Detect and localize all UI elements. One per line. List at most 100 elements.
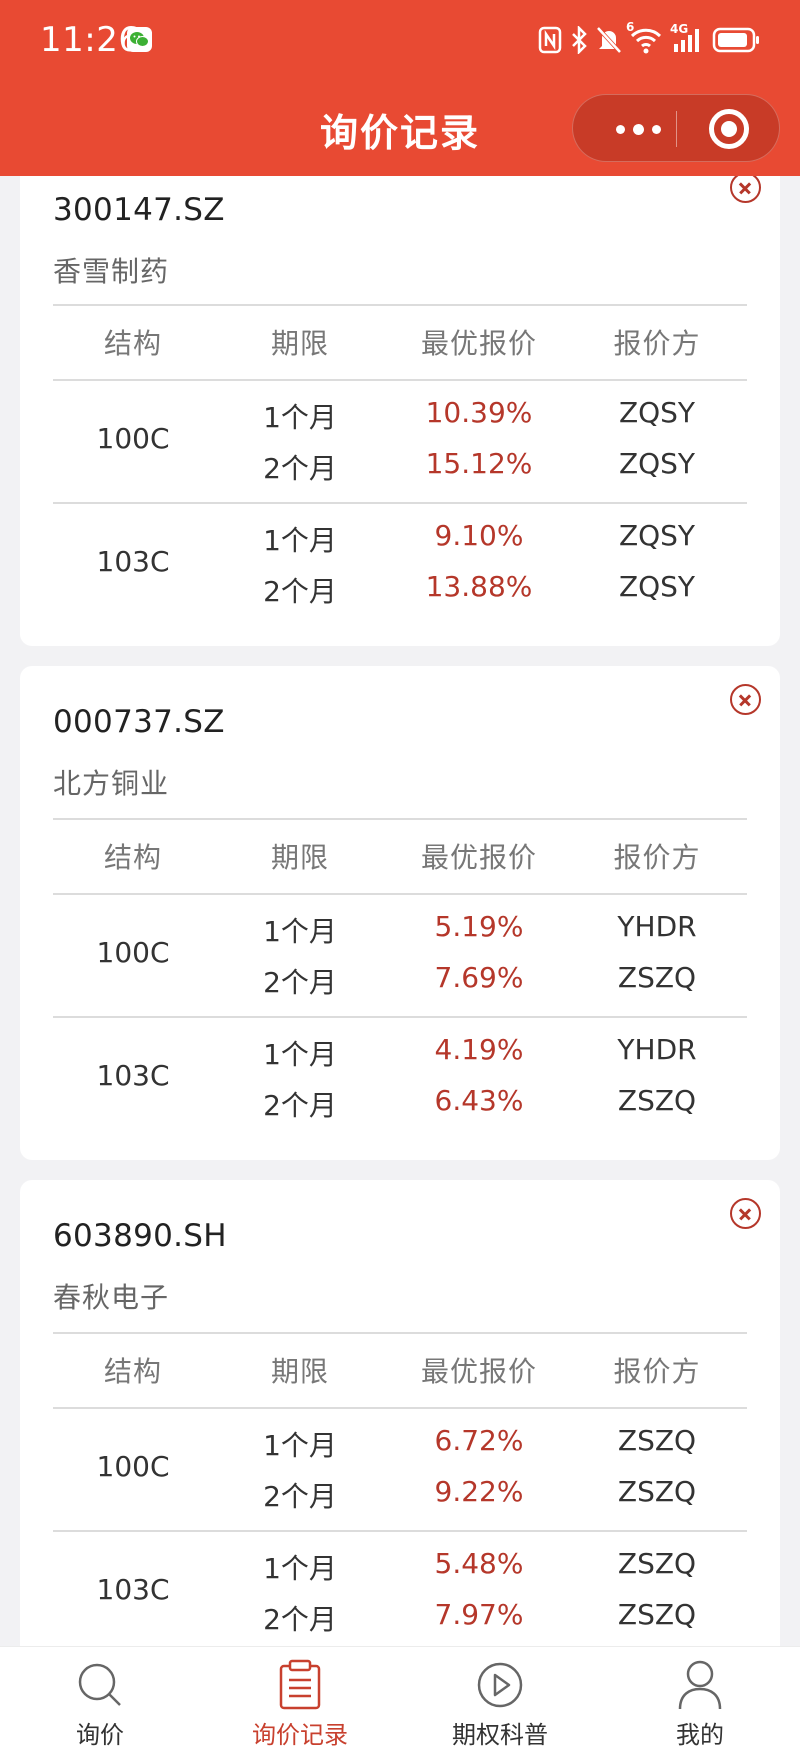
tab-label: 我的 (676, 1721, 724, 1749)
record-card: 603890.SH 春秋电子 结构 期限 最优报价 报价方 100C 1个月 6… (20, 1180, 780, 1674)
term-cell: 1个月 (263, 524, 337, 557)
bluetooth-icon (570, 26, 588, 54)
nfc-icon (538, 26, 562, 54)
header-structure: 结构 (103, 327, 162, 360)
quoter-cell: ZSZQ (617, 1084, 697, 1117)
remove-record-icon[interactable] (730, 684, 761, 715)
header-term: 期限 (270, 327, 329, 360)
rate-cell: 10.39% (425, 396, 533, 429)
divider (53, 1016, 747, 1018)
tab-profile[interactable]: 我的 (600, 1647, 800, 1759)
stock-code: 603890.SH (53, 1218, 227, 1254)
header-quoter: 报价方 (613, 841, 701, 874)
quoter-cell: ZSZQ (617, 961, 697, 994)
header-structure: 结构 (103, 841, 162, 874)
term-cell: 2个月 (263, 452, 337, 485)
record-card: 300147.SZ 香雪制药 结构 期限 最优报价 报价方 100C 1个月 1… (20, 140, 780, 646)
quoter-cell: ZSZQ (617, 1598, 697, 1631)
wifi-badge: 6 (626, 20, 635, 34)
quoter-cell: ZSZQ (617, 1547, 697, 1580)
quoter-cell: YHDR (617, 910, 697, 943)
rate-cell: 13.88% (425, 570, 533, 603)
stock-code: 000737.SZ (53, 704, 225, 740)
app-root: 300147.SZ 香雪制药 结构 期限 最优报价 报价方 100C 1个月 1… (0, 0, 800, 1759)
remove-record-icon[interactable] (730, 172, 761, 203)
app-header: 11:26 6 4G 询价记录 (0, 0, 800, 176)
rate-cell: 9.22% (434, 1475, 524, 1508)
term-cell: 1个月 (263, 915, 337, 948)
header-quoter: 报价方 (613, 327, 701, 360)
wifi-icon: 6 (626, 20, 662, 54)
rate-cell: 9.10% (434, 519, 524, 552)
cell-signal-icon: 4G (670, 22, 704, 54)
structure-cell: 100C (96, 936, 170, 969)
divider (53, 1407, 747, 1409)
quoter-cell: YHDR (617, 1033, 697, 1066)
play-circle-icon (477, 1662, 523, 1708)
rate-cell: 15.12% (425, 447, 533, 480)
term-cell: 1个月 (263, 1038, 337, 1071)
structure-cell: 100C (96, 422, 170, 455)
record-card: 000737.SZ 北方铜业 结构 期限 最优报价 报价方 100C 1个月 5… (20, 666, 780, 1160)
tab-label: 询价记录 (252, 1721, 348, 1749)
rate-cell: 6.72% (434, 1424, 524, 1457)
battery-icon (712, 26, 760, 54)
divider (53, 1332, 747, 1334)
tab-label: 期权科普 (452, 1721, 548, 1749)
divider (53, 304, 747, 306)
quoter-cell: ZSZQ (617, 1424, 697, 1457)
term-cell: 2个月 (263, 1603, 337, 1636)
quoter-cell: ZQSY (618, 447, 696, 480)
status-bar: 11:26 6 4G (0, 0, 800, 82)
divider (53, 893, 747, 895)
rate-cell: 7.97% (434, 1598, 524, 1631)
status-icons: 6 4G (538, 20, 760, 58)
stock-name: 春秋电子 (53, 1281, 170, 1314)
wechat-icon (127, 27, 152, 52)
divider (53, 502, 747, 504)
stock-name: 北方铜业 (53, 767, 170, 800)
stock-code: 300147.SZ (53, 192, 225, 228)
rate-cell: 7.69% (434, 961, 524, 994)
structure-cell: 103C (96, 545, 170, 578)
term-cell: 1个月 (263, 1429, 337, 1462)
header-quoter: 报价方 (613, 1355, 701, 1388)
structure-cell: 103C (96, 1059, 170, 1092)
header-best-quote: 最优报价 (420, 327, 537, 360)
divider (53, 1530, 747, 1532)
close-miniprogram-icon[interactable] (709, 109, 749, 149)
tab-label: 询价 (76, 1721, 124, 1749)
quoter-cell: ZQSY (618, 570, 696, 603)
structure-cell: 100C (96, 1450, 170, 1483)
capsule-divider (676, 111, 677, 147)
tab-inquiry[interactable]: 询价 (0, 1647, 200, 1759)
rate-cell: 5.19% (434, 910, 524, 943)
quoter-cell: ZSZQ (617, 1475, 697, 1508)
term-cell: 2个月 (263, 575, 337, 608)
mute-bell-icon (596, 26, 622, 54)
status-time: 11:26 (40, 20, 141, 60)
search-icon (78, 1663, 121, 1706)
clipboard-icon (279, 1659, 321, 1710)
header-structure: 结构 (103, 1355, 162, 1388)
tab-inquiry-records[interactable]: 询价记录 (200, 1647, 400, 1759)
term-cell: 1个月 (263, 401, 337, 434)
quoter-cell: ZQSY (618, 396, 696, 429)
header-best-quote: 最优报价 (420, 1355, 537, 1388)
rate-cell: 6.43% (434, 1084, 524, 1117)
divider (53, 818, 747, 820)
header-best-quote: 最优报价 (420, 841, 537, 874)
remove-record-icon[interactable] (730, 1198, 761, 1229)
term-cell: 2个月 (263, 966, 337, 999)
rate-cell: 4.19% (434, 1033, 524, 1066)
tab-bar: 询价 询价记录 期权科普 我的 (0, 1646, 800, 1759)
term-cell: 2个月 (263, 1089, 337, 1122)
more-options-icon[interactable] (601, 95, 675, 163)
header-term: 期限 (270, 1355, 329, 1388)
quoter-cell: ZQSY (618, 519, 696, 552)
stock-name: 香雪制药 (53, 255, 170, 288)
miniprogram-capsule (572, 94, 780, 162)
header-term: 期限 (270, 841, 329, 874)
record-list[interactable]: 300147.SZ 香雪制药 结构 期限 最优报价 报价方 100C 1个月 1… (0, 0, 800, 1759)
tab-options-education[interactable]: 期权科普 (400, 1647, 600, 1759)
